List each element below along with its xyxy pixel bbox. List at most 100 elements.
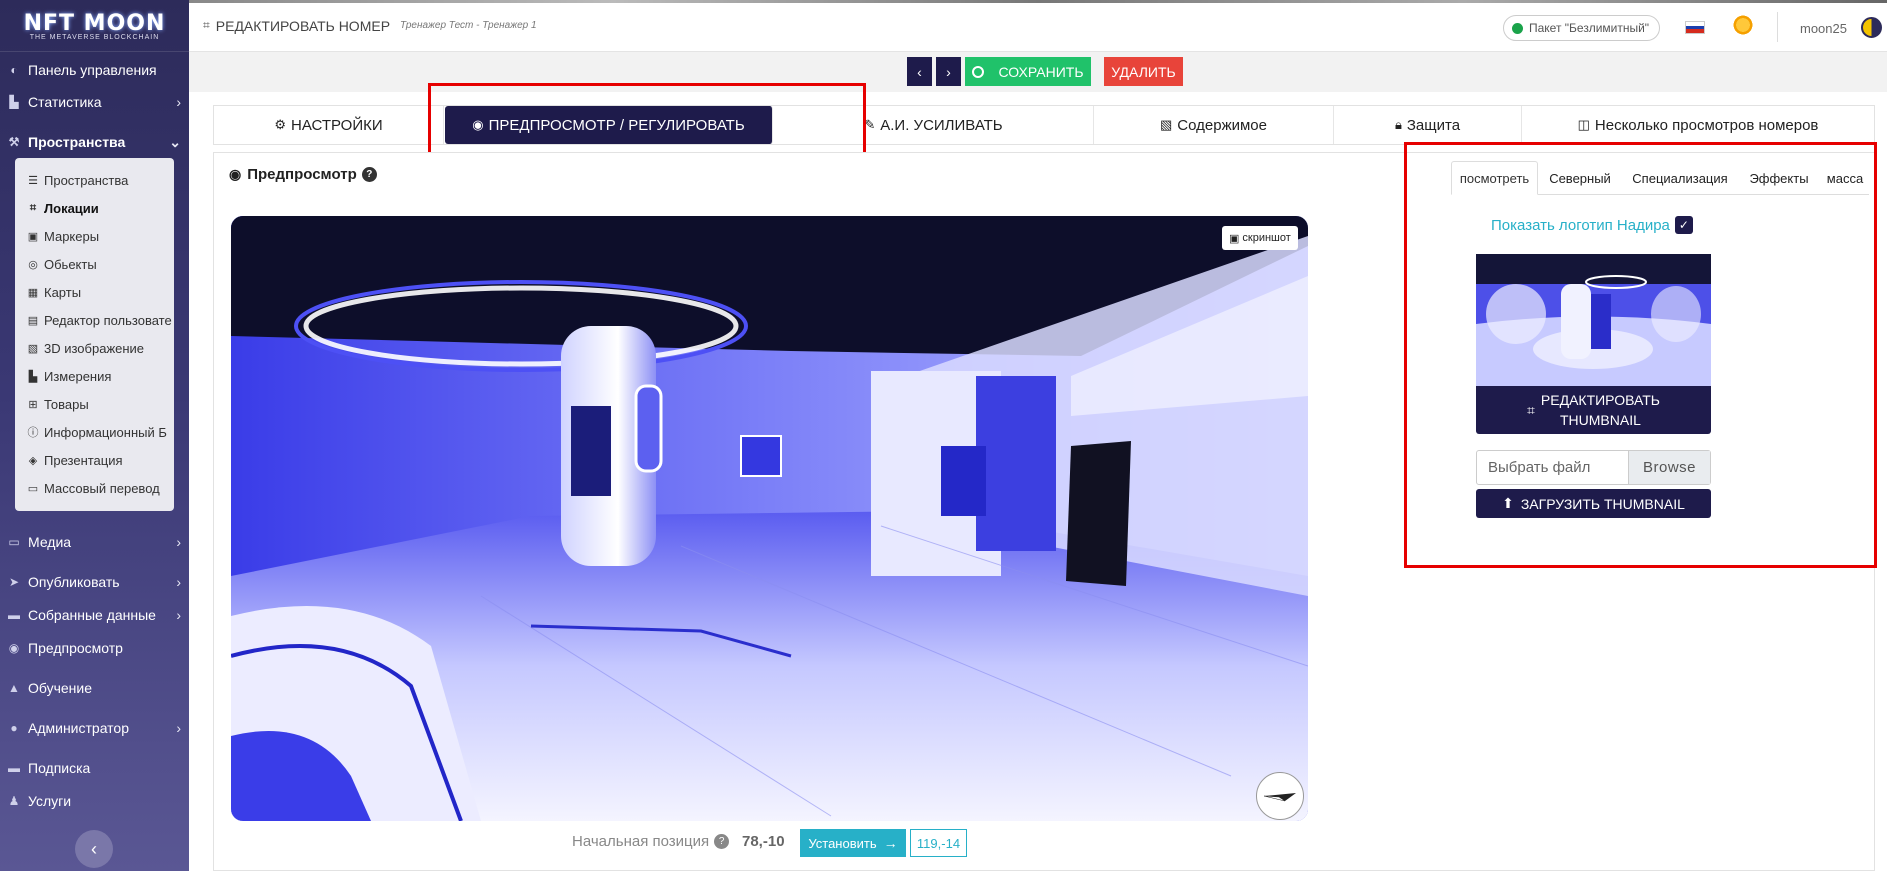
compass-icon[interactable]	[1256, 772, 1304, 820]
columns-icon: ◫	[1577, 117, 1590, 132]
submenu-item-products[interactable]: ⊞ Товары	[15, 391, 174, 417]
services-icon: ♟	[8, 794, 20, 808]
sidebar-item-training[interactable]: ▲ Обучение	[0, 673, 189, 703]
sidebar-item-label: Подписка	[28, 760, 91, 776]
sidebar-item-dashboard[interactable]: ◐ Панель управления	[0, 55, 189, 85]
collapse-sidebar-button[interactable]: ‹	[75, 830, 113, 868]
database-icon: ▬	[8, 608, 20, 622]
tab-settings[interactable]: ⚙ НАСТРОЙКИ	[214, 106, 444, 144]
subscription-icon: ▬	[8, 761, 20, 775]
tab-content[interactable]: ▧ Содержимое	[1094, 106, 1334, 144]
page-title: РЕДАКТИРОВАТЬ НОМЕР	[215, 17, 391, 34]
sidebar-item-label: Опубликовать	[28, 574, 120, 590]
submenu-item-measurements[interactable]: ▙ Измерения	[15, 363, 174, 389]
dashboard-icon: ◐	[10, 63, 18, 77]
tab-label: НАСТРОЙКИ	[291, 116, 383, 134]
sidebar-item-label: Обучение	[28, 680, 93, 696]
tab-multiple-views[interactable]: ◫ Несколько просмотров номеров	[1522, 106, 1874, 144]
chevron-down-icon: ⌄	[169, 133, 181, 150]
info-icon: ⓘ	[27, 427, 39, 439]
editor-icon: ▤	[27, 314, 39, 327]
spaces-submenu: ☰ Пространства ⌗ Локации ▣ Маркеры ◎ Обьекты…	[15, 158, 174, 511]
screenshot-button[interactable]: ▣ скриншот	[1222, 226, 1298, 250]
prev-button[interactable]: ‹	[907, 57, 932, 86]
sidebar-item-label: Предпросмотр	[28, 640, 123, 656]
cart-icon: ⊞	[28, 398, 38, 411]
sidebar-item-label: Панель управления	[28, 62, 157, 78]
chevron-right-icon: ›	[946, 63, 951, 80]
submenu-item-locations[interactable]: ⌗ Локации	[15, 195, 174, 221]
object-icon: ◎	[28, 258, 38, 271]
lock-icon: 🔒︎	[1394, 117, 1402, 132]
sidebar-item-subscription[interactable]: ▬ Подписка	[0, 753, 189, 783]
chevron-right-icon: ›	[176, 607, 181, 623]
list-icon: ☰	[28, 174, 38, 187]
status-dot-icon	[1512, 22, 1523, 34]
set-position-button[interactable]: Установить →	[800, 829, 906, 857]
sidebar-item-collected-data[interactable]: ▬ Собранные данные ›	[0, 600, 189, 630]
submenu-label: Презентация	[44, 452, 123, 468]
save-button[interactable]: СОХРАНИТЬ	[965, 57, 1091, 86]
decorative-strip	[189, 0, 1887, 3]
circle-icon	[972, 65, 985, 78]
submenu-item-3d-image[interactable]: ▧ 3D изображение	[15, 335, 174, 361]
submenu-item-maps[interactable]: ▦ Карты	[15, 279, 174, 305]
panorama-viewer[interactable]	[231, 216, 1308, 821]
chevron-right-icon: ›	[176, 534, 181, 550]
sidebar-item-admin[interactable]: ● Администратор ›	[0, 713, 189, 743]
sidebar-item-label: Администратор	[28, 720, 130, 736]
set-label: Установить	[808, 835, 877, 851]
spaces-icon: ⚒	[8, 135, 20, 149]
submenu-label: Информационный Б	[44, 424, 167, 440]
submenu-item-markers[interactable]: ▣ Маркеры	[15, 223, 174, 249]
submenu-label: Карты	[44, 284, 82, 300]
page-subtitle: Тренажер Тест - Тренажер 1	[400, 20, 537, 31]
submenu-label: Локации	[44, 200, 99, 216]
start-position-value: 78,-10	[742, 833, 785, 850]
submenu-item-info[interactable]: ⓘ Информационный Б	[15, 419, 174, 445]
cube-icon: ▧	[27, 342, 39, 355]
submenu-label: Товары	[44, 396, 89, 412]
sidebar-item-label: Собранные данные	[28, 607, 156, 623]
russian-flag-icon[interactable]	[1685, 21, 1705, 34]
plan-label: Пакет "Безлимитный"	[1529, 21, 1650, 35]
submenu-label: Маркеры	[44, 228, 100, 244]
submenu-item-objects[interactable]: ◎ Обьекты	[15, 251, 174, 277]
sidebar-item-label: Услуги	[28, 793, 72, 809]
tab-label: Защита	[1406, 116, 1461, 134]
preview-title: ◉ Предпросмотр ?	[229, 166, 377, 183]
help-icon[interactable]: ?	[361, 167, 377, 182]
screenshot-label: скриншот	[1242, 232, 1291, 244]
start-position-text: Начальная позиция	[572, 833, 710, 850]
submenu-label: 3D изображение	[44, 340, 145, 356]
submenu-item-user-editor[interactable]: ▤ Редактор пользовате	[15, 307, 174, 333]
start-position-label: Начальная позиция ?	[572, 833, 730, 850]
username[interactable]: moon25	[1800, 21, 1847, 36]
sidebar-item-statistics[interactable]: ▙ Статистика ›	[0, 87, 189, 117]
sidebar-item-services[interactable]: ♟ Услуги	[0, 786, 189, 816]
sidebar-item-publish[interactable]: ➤ Опубликовать ›	[0, 567, 189, 597]
submenu-item-presentation[interactable]: ◈ Презентация	[15, 447, 174, 473]
sidebar-item-label: Медиа	[28, 534, 72, 550]
tab-protection[interactable]: 🔒︎ Защита	[1334, 106, 1522, 144]
current-position-value: 119,-14	[910, 829, 967, 857]
sidebar-item-spaces[interactable]: ⚒ Пространства ⌄	[0, 127, 189, 157]
user-icon: ●	[10, 721, 18, 735]
submenu-item-spaces[interactable]: ☰ Пространства	[15, 167, 174, 193]
presentation-icon: ◈	[28, 454, 38, 467]
sun-icon[interactable]	[1731, 13, 1755, 37]
avatar[interactable]	[1861, 17, 1882, 38]
sidebar-item-label: Пространства	[28, 134, 126, 150]
panorama-image	[231, 216, 1308, 821]
chart-icon: ▙	[9, 95, 19, 109]
marker-icon: ▣	[27, 230, 39, 243]
delete-button[interactable]: УДАЛИТЬ	[1104, 57, 1183, 86]
sidebar-item-preview[interactable]: ◉ Предпросмотр	[0, 633, 189, 663]
logo[interactable]: NFT MOON THE METAVERSE BLOCKCHAIN	[0, 0, 189, 52]
crop-icon: ⌗	[29, 201, 37, 214]
sidebar-item-media[interactable]: ▭ Медиа ›	[0, 527, 189, 557]
next-button[interactable]: ›	[936, 57, 961, 86]
help-icon[interactable]: ?	[714, 834, 730, 849]
plan-badge[interactable]: Пакет "Безлимитный"	[1503, 15, 1661, 41]
submenu-item-bulk-translate[interactable]: ▭ Массовый перевод	[15, 475, 174, 501]
